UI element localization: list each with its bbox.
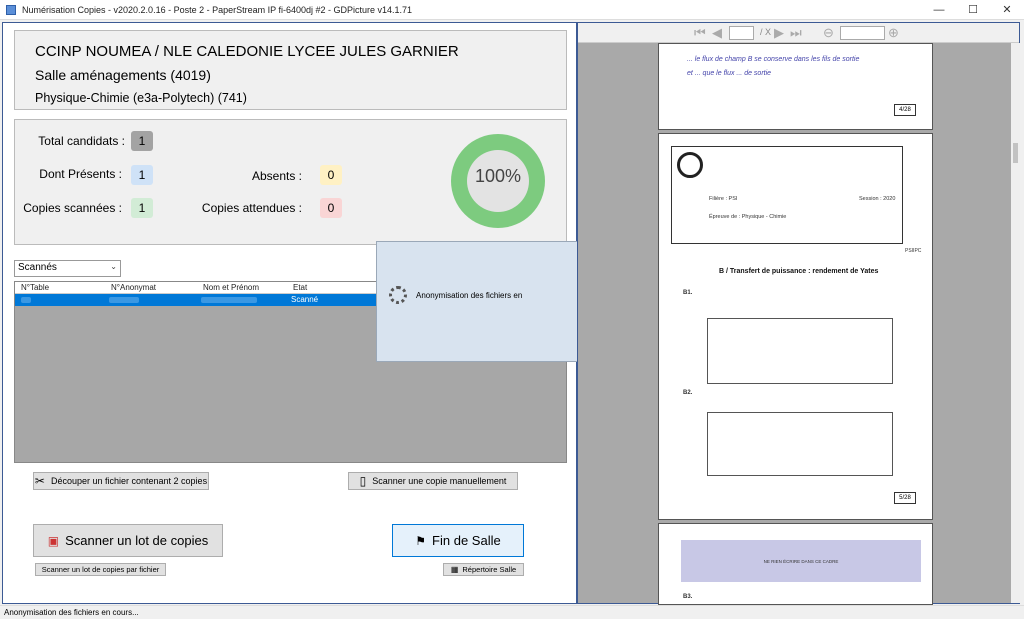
filiere-field: Filière : PSI: [709, 196, 738, 202]
split-file-label: Découper un fichier contenant 2 copies: [50, 476, 208, 486]
column-header[interactable]: N°Table: [21, 283, 49, 292]
header-form: [671, 146, 903, 244]
manual-scan-button[interactable]: ▯ Scanner une copie manuellement: [348, 472, 518, 490]
scanned-label: Copies scannées :: [23, 201, 122, 215]
finish-room-button[interactable]: ⚑ Fin de Salle: [392, 524, 524, 557]
next-page-icon[interactable]: ▶: [774, 25, 784, 41]
page-number-input[interactable]: [729, 26, 754, 40]
app-icon: [6, 4, 16, 15]
stats-box: Total candidats : 1 Dont Présents : 1 Ab…: [14, 119, 567, 245]
progress-message: Anonymisation des fichiers en: [416, 291, 523, 300]
window-title: Numérisation Copies - v2020.2.0.16 - Pos…: [22, 4, 413, 15]
status-bar: Anonymisation des fichiers en cours...: [0, 605, 1024, 619]
column-header[interactable]: Nom et Prénom: [203, 283, 259, 292]
no-write-label: NE RIEN ÉCRIRE DANS CE CADRE: [763, 558, 839, 564]
redacted-cell: [109, 297, 139, 303]
manual-scan-label: Scanner une copie manuellement: [372, 476, 507, 486]
status-text: Anonymisation des fichiers en cours...: [4, 608, 139, 617]
scanned-page: Filière : PSI Session : 2020 Épreuve de …: [658, 133, 933, 520]
minimize-icon[interactable]: —: [922, 0, 956, 20]
redacted-cell: [21, 297, 31, 303]
column-header[interactable]: N°Anonymat: [111, 283, 156, 292]
total-candidates-badge: 1: [131, 131, 153, 151]
scrollbar-thumb[interactable]: [1013, 143, 1018, 163]
folder-icon: ▦: [450, 565, 459, 574]
first-page-icon[interactable]: ⏮: [694, 25, 706, 41]
viewer-toolbar: ⏮ ◀ / X ▶ ⏭ ⊖ ⊕: [578, 23, 1019, 43]
viewer-scrollbar[interactable]: [1011, 43, 1020, 603]
maximize-icon[interactable]: ☐: [956, 0, 990, 20]
session-field: Session : 2020: [859, 196, 896, 202]
subject-name: Physique-Chimie (e3a-Polytech) (741): [35, 91, 247, 105]
state-filter-select[interactable]: Scannés ⌄: [14, 260, 121, 277]
checkered-flag-icon: ⚑: [415, 533, 427, 548]
progress-percent: 100%: [474, 166, 522, 186]
question-number: B1.: [683, 290, 693, 296]
chevron-down-icon: ⌄: [110, 262, 117, 271]
split-file-button[interactable]: ✂ Découper un fichier contenant 2 copies: [33, 472, 209, 490]
close-icon[interactable]: ✕: [990, 0, 1024, 20]
zoom-out-icon[interactable]: ⊖: [823, 25, 834, 41]
epreuve-field: Épreuve de : Physique - Chimie: [709, 214, 787, 220]
question-number: B3.: [683, 594, 693, 600]
scanned-badge: 1: [131, 198, 153, 218]
center-name: CCINP NOUMEA / NLE CALEDONIE LYCEE JULES…: [35, 43, 459, 60]
batch-scan-label: Scanner un lot de copies: [65, 533, 209, 548]
page-number: 4/28: [894, 104, 916, 116]
title-bar: Numérisation Copies - v2020.2.0.16 - Pos…: [0, 0, 1024, 20]
zoom-select[interactable]: [840, 26, 885, 40]
answer-box: [707, 412, 893, 476]
room-folder-button[interactable]: ▦ Répertoire Salle: [443, 563, 524, 576]
spinner-icon: [389, 286, 407, 304]
present-label: Dont Présents :: [39, 167, 122, 181]
scissors-icon: ✂: [34, 474, 45, 488]
last-page-icon[interactable]: ⏭: [790, 25, 802, 41]
batch-scan-button[interactable]: ▣ Scanner un lot de copies: [33, 524, 223, 557]
redacted-cell: [201, 297, 257, 303]
scanned-page: ... le flux de champ B se conserve dans …: [658, 43, 933, 130]
absent-badge: 0: [320, 165, 342, 185]
progress-ring: 100%: [451, 134, 545, 228]
zoom-in-icon[interactable]: ⊕: [888, 25, 899, 41]
scanner-icon: ▣: [47, 533, 60, 548]
absent-label: Absents :: [251, 169, 302, 183]
previous-page-icon[interactable]: ◀: [712, 25, 722, 41]
total-candidates-label: Total candidats :: [38, 134, 125, 148]
present-badge: 1: [131, 165, 153, 185]
batch-file-scan-button[interactable]: Scanner un lot de copies par fichier: [35, 563, 166, 576]
question-number: B2.: [683, 390, 693, 396]
row-state: Scanné: [291, 295, 319, 304]
handwriting: ... le flux de champ B se conserve dans …: [687, 56, 860, 63]
state-filter-value: Scannés: [18, 262, 57, 273]
cnp-logo: [677, 152, 703, 178]
expected-label: Copies attendues :: [201, 201, 302, 215]
scanner-icon: ▯: [359, 474, 367, 488]
column-header[interactable]: Etat: [293, 283, 307, 292]
finish-room-label: Fin de Salle: [432, 533, 501, 548]
subject-code: PSIIPC: [905, 248, 922, 254]
page-number: 5/28: [894, 492, 916, 504]
no-write-banner: NE RIEN ÉCRIRE DANS CE CADRE: [681, 540, 921, 582]
document-viewer: ⏮ ◀ / X ▶ ⏭ ⊖ ⊕ ... le flux de champ B s…: [577, 22, 1020, 605]
room-folder-label: Répertoire Salle: [462, 565, 517, 574]
section-heading: B / Transfert de puissance : rendement d…: [719, 268, 879, 275]
expected-badge: 0: [320, 198, 342, 218]
page-count: / X: [760, 27, 772, 37]
exam-info-box: CCINP NOUMEA / NLE CALEDONIE LYCEE JULES…: [14, 30, 567, 110]
batch-file-scan-label: Scanner un lot de copies par fichier: [41, 565, 160, 574]
answer-box: [707, 318, 893, 384]
room-name: Salle aménagements (4019): [35, 67, 211, 83]
scanned-page: NE RIEN ÉCRIRE DANS CE CADRE B3.: [658, 523, 933, 605]
handwriting: et ... que le flux ... de sortie: [687, 70, 772, 77]
